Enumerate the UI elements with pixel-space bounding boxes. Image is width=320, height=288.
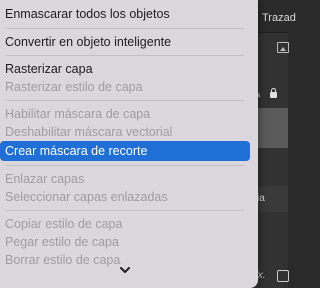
- lock-icon[interactable]: [270, 88, 277, 98]
- menu-separator: [6, 55, 244, 56]
- menu-separator: [6, 210, 244, 211]
- menu-separator: [6, 100, 244, 101]
- menu-item-paste-layer-style[interactable]: Pegar estilo de capa: [0, 232, 250, 252]
- add-mask-icon[interactable]: [277, 270, 289, 282]
- menu-separator: [6, 165, 244, 166]
- menu-item-link-layers[interactable]: Enlazar capas: [0, 169, 250, 189]
- layer-context-menu: Enmascarar todos los objetos Convertir e…: [0, 0, 258, 288]
- menu-item-mask-all-objects[interactable]: Enmascarar todos los objetos: [0, 4, 250, 24]
- menu-item-disable-vector-mask[interactable]: Deshabilitar máscara vectorial: [0, 122, 250, 142]
- menu-item-select-linked-layers[interactable]: Seleccionar capas enlazadas: [0, 187, 250, 207]
- menu-separator: [6, 28, 244, 29]
- menu-item-convert-smart-object[interactable]: Convertir en objeto inteligente: [0, 32, 250, 52]
- menu-item-create-clipping-mask[interactable]: Crear máscara de recorte: [0, 141, 250, 161]
- menu-item-enable-layer-mask[interactable]: Habilitar máscara de capa: [0, 104, 250, 124]
- menu-item-rasterize-layer-style[interactable]: Rasterizar estilo de capa: [0, 77, 250, 97]
- chevron-down-icon[interactable]: [118, 264, 132, 276]
- image-icon[interactable]: [277, 42, 289, 53]
- menu-item-rasterize-layer[interactable]: Rasterizar capa: [0, 59, 250, 79]
- menu-item-copy-layer-style[interactable]: Copiar estilo de capa: [0, 214, 250, 234]
- tab-paths[interactable]: Trazad: [262, 12, 296, 24]
